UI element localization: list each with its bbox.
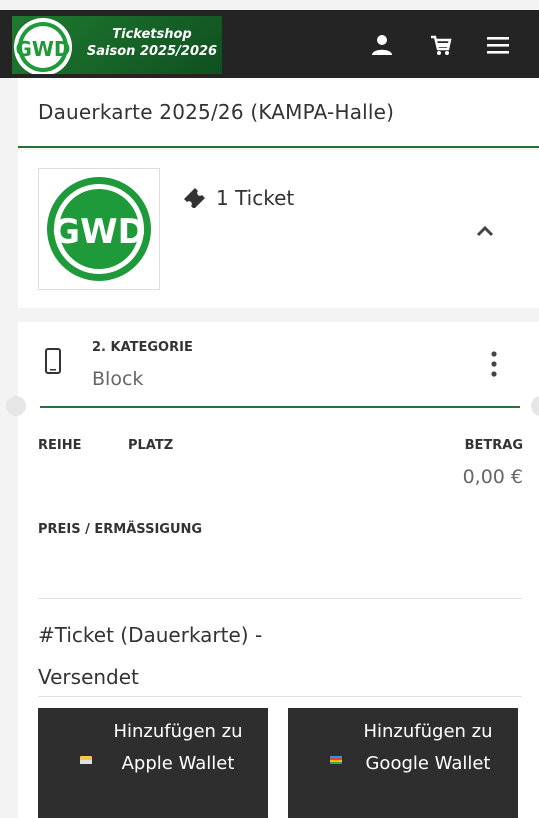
- more-options-icon[interactable]: [490, 350, 498, 378]
- section-divider: [38, 598, 522, 599]
- phone-icon: [45, 348, 61, 374]
- event-logo: GWD: [38, 168, 160, 290]
- google-wallet-icon: [330, 756, 342, 764]
- menu-icon[interactable]: [484, 31, 512, 59]
- reihe-header: REIHE: [38, 438, 82, 453]
- add-to-apple-wallet-button[interactable]: Hinzufügen zu Apple Wallet: [38, 708, 268, 818]
- ticket-summary-card[interactable]: GWD 1 Ticket: [18, 150, 539, 308]
- chevron-up-icon[interactable]: [474, 220, 496, 242]
- category-label: 2. KATEGORIE: [92, 340, 193, 355]
- top-header: GWD Ticketshop Saison 2025/2026: [0, 10, 539, 78]
- ticket-notch-left: [6, 396, 26, 416]
- cart-icon[interactable]: [426, 31, 454, 59]
- user-icon[interactable]: [368, 31, 396, 59]
- block-label: Block: [92, 368, 144, 390]
- section-divider-2: [38, 696, 522, 697]
- gwd-logo: GWD: [14, 18, 72, 74]
- ticket-divider: [40, 406, 520, 408]
- ticket-status: #Ticket (Dauerkarte) - Versendet: [38, 623, 263, 689]
- gwd-logo-large: GWD: [47, 177, 151, 281]
- betrag-header: BETRAG: [464, 438, 523, 453]
- logo-text: GWD: [15, 37, 70, 61]
- add-to-google-wallet-button[interactable]: Hinzufügen zu Google Wallet: [288, 708, 518, 818]
- platz-header: PLATZ: [128, 438, 174, 453]
- page-title-bar: Dauerkarte 2025/26 (KAMPA-Halle): [18, 78, 539, 148]
- apple-wallet-label: Hinzufügen zu Apple Wallet: [113, 721, 243, 774]
- ticket-count-label: 1 Ticket: [216, 186, 295, 210]
- logo-text-large: GWD: [52, 212, 146, 252]
- betrag-value: 0,00 €: [462, 466, 523, 488]
- ticket-notch-right: [531, 396, 539, 416]
- brand-line1: Ticketshop: [112, 27, 192, 42]
- brand-line2: Saison 2025/2026: [86, 44, 218, 59]
- ticket-detail-card: 2. KATEGORIE Block REIHE PLATZ BETRAG 0,…: [6, 322, 539, 818]
- preis-label: PREIS / ERMÄSSIGUNG: [38, 522, 203, 537]
- apple-wallet-icon: [80, 756, 92, 764]
- google-wallet-label: Hinzufügen zu Google Wallet: [363, 721, 493, 774]
- brand-banner[interactable]: GWD Ticketshop Saison 2025/2026: [12, 16, 222, 74]
- page-title: Dauerkarte 2025/26 (KAMPA-Halle): [38, 100, 395, 124]
- ticket-count: 1 Ticket: [182, 186, 294, 210]
- ticket-icon: [184, 188, 205, 208]
- brand-title: Ticketshop Saison 2025/2026: [82, 26, 222, 60]
